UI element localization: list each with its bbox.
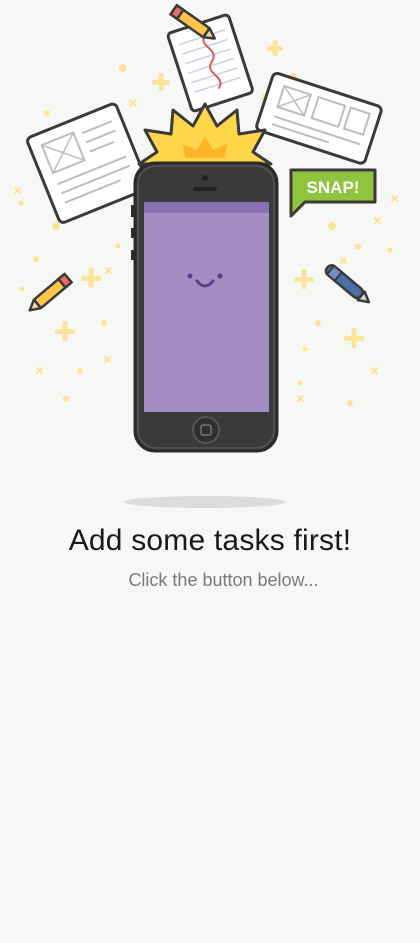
empty-state-title: Add some tasks first! [68,524,352,557]
snap-badge-text: SNAP! [307,178,360,197]
empty-state-screen: SNAP! Add some tasks first! Click the bu… [0,0,420,943]
empty-state-subtitle: Click the button below... [128,570,319,590]
phone-icon [131,161,279,453]
pen-icon [324,264,371,304]
wireframe-sheet-right-icon [255,71,383,165]
star-burst-icon [137,102,273,166]
snap-badge: SNAP! [289,168,377,218]
pencil-left-icon [28,272,74,312]
phone-shadow [124,496,286,508]
empty-state-illustration: SNAP! [14,3,398,508]
